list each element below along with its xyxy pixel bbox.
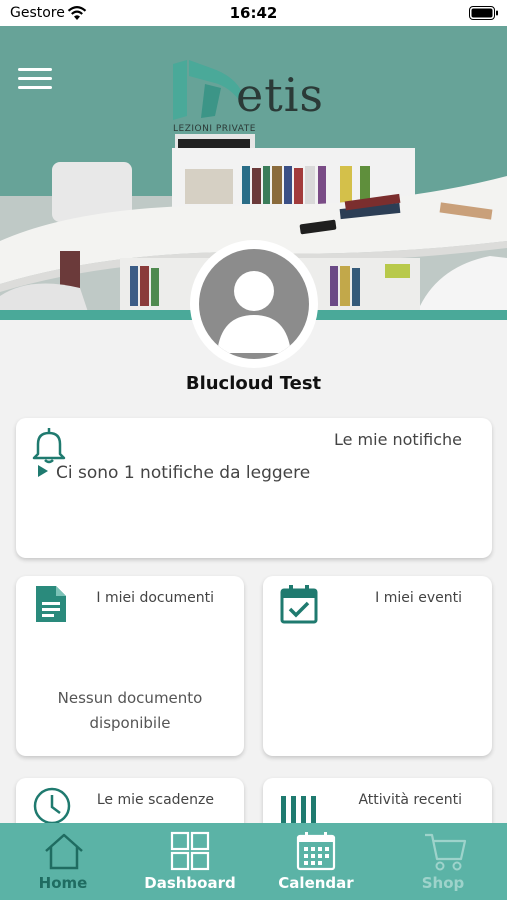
menu-button[interactable] [18,68,52,94]
status-bar: Gestore 16:42 [0,0,507,26]
logo-text: etis [236,68,325,122]
tab-calendar[interactable]: Calendar [253,823,379,900]
calendar-check-icon [280,585,318,624]
tab-dashboard-label: Dashboard [144,874,236,892]
tab-bar: Home Dashboard Calendar Shop [0,823,507,900]
menu-bar [18,86,52,89]
events-card[interactable]: I miei eventi [263,576,492,756]
documents-empty-message: Nessun documento disponibile [16,686,244,736]
home-icon [45,833,83,870]
metis-logo: etis LEZIONI PRIVATE [165,54,350,144]
recent-activity-title: Attività recenti [358,792,462,808]
clock-icon [33,787,71,825]
avatar[interactable] [190,240,318,368]
documents-card[interactable]: I miei documenti Nessun documento dispon… [16,576,244,756]
activity-bars-icon [281,796,316,826]
notifications-message-row[interactable]: Ci sono 1 notifiche da leggere [38,463,310,483]
calendar-icon [296,832,336,871]
user-name: Blucloud Test [185,373,322,394]
logo-subtitle: LEZIONI PRIVATE [173,124,256,134]
events-title: I miei eventi [375,590,462,606]
bell-icon [32,428,66,464]
tab-home-label: Home [38,874,88,892]
documents-empty-line2: disponibile [89,714,171,732]
logo-mark [173,60,243,120]
avatar-placeholder [199,249,309,359]
tab-dashboard[interactable]: Dashboard [127,823,253,900]
document-icon [36,586,66,622]
menu-bar [18,77,52,80]
cart-icon [425,833,467,871]
documents-empty-line1: Nessun documento [57,689,203,707]
user-silhouette-icon [217,271,291,353]
dashboard-icon [170,831,210,871]
status-time: 16:42 [229,4,278,22]
tab-shop-label: Shop [421,874,465,892]
deadlines-title: Le mie scadenze [96,792,214,808]
notifications-card[interactable]: Le mie notifiche Ci sono 1 notifiche da … [16,418,492,558]
tab-home[interactable]: Home [0,823,126,900]
notifications-title: Le mie notifiche [333,430,462,449]
menu-bar [18,68,52,71]
tab-calendar-label: Calendar [278,874,354,892]
play-arrow-icon [38,465,48,477]
notifications-message: Ci sono 1 notifiche da leggere [56,463,311,483]
tab-shop[interactable]: Shop [380,823,506,900]
documents-title: I miei documenti [96,590,214,606]
battery-icon [469,6,498,20]
